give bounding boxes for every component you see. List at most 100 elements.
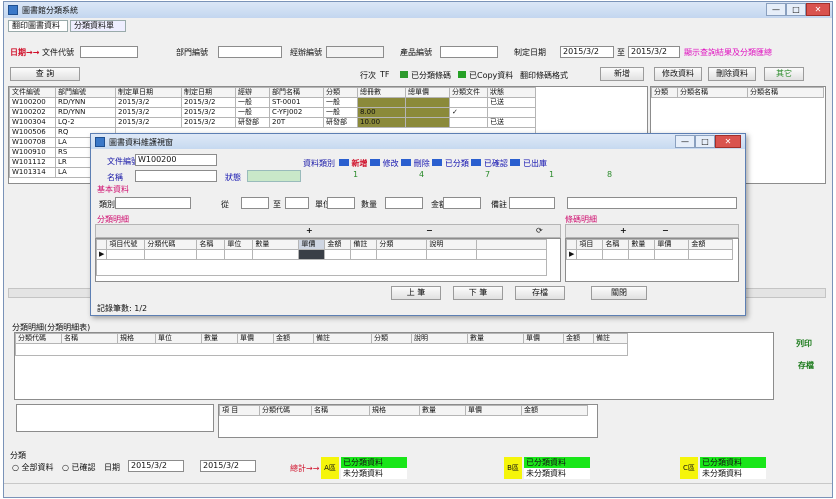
prev-record-button[interactable]: 上 筆 xyxy=(391,286,441,300)
show-summary-link[interactable]: 顯示查詢結果及分類匯總 xyxy=(684,47,772,58)
name-input[interactable] xyxy=(135,170,217,182)
field2-input[interactable] xyxy=(218,46,282,58)
col-header[interactable]: 項目 xyxy=(576,239,604,250)
col-header[interactable]: 狀態 xyxy=(487,87,536,98)
col-header[interactable]: 說明 xyxy=(426,239,478,250)
col-header[interactable]: 總單價 xyxy=(405,87,450,98)
col-header[interactable]: 單價 xyxy=(654,239,690,250)
from-input[interactable] xyxy=(241,197,269,209)
close-dialog-button[interactable]: 關閉 xyxy=(591,286,647,300)
dialog-maximize-button[interactable]: □ xyxy=(695,135,715,148)
col-header[interactable]: 分類名稱 xyxy=(677,87,748,98)
col-header[interactable]: 分類 xyxy=(651,87,678,98)
col-header[interactable]: 數量 xyxy=(467,333,524,344)
print-button[interactable]: 列印 xyxy=(796,338,812,349)
col-header[interactable]: 項 目 xyxy=(219,405,260,416)
save-detail-button[interactable]: 存檔 xyxy=(798,360,814,371)
radio-confirmed[interactable]: ○ 已確認 xyxy=(62,462,96,473)
detail-grid[interactable]: 分類代碼 名稱 規格 單位 數量 單價 金額 備註 分類 說明 數量 單價 金額… xyxy=(14,332,774,400)
close-button[interactable]: ✕ xyxy=(806,3,830,16)
table-row[interactable]: ▶ xyxy=(96,249,548,260)
doc-number-input[interactable]: W100200 xyxy=(135,154,217,166)
col-header[interactable]: 規格 xyxy=(117,333,156,344)
search-button[interactable]: 查 詢 xyxy=(10,67,80,81)
minimize-button[interactable]: — xyxy=(766,3,786,16)
col-header[interactable]: 名稱 xyxy=(196,239,226,250)
note-input[interactable] xyxy=(509,197,555,209)
col-header[interactable]: 名稱 xyxy=(311,405,370,416)
to-input[interactable] xyxy=(285,197,309,209)
table-row[interactable] xyxy=(15,343,628,356)
col-header[interactable]: 數量 xyxy=(419,405,466,416)
col-header[interactable]: 分類 xyxy=(323,87,358,98)
col-header[interactable]: 名稱 xyxy=(602,239,630,250)
remove-row-icon[interactable]: − xyxy=(426,226,433,235)
col-header[interactable]: 名稱 xyxy=(61,333,118,344)
field3-input[interactable] xyxy=(326,46,384,58)
table-row[interactable]: W100304 LQ-2 2015/3/2 2015/3/2 研發部 20T 研… xyxy=(9,117,536,128)
new-button[interactable]: 新增 xyxy=(600,67,644,81)
col-header[interactable]: 分類 xyxy=(376,239,428,250)
date-from-picker[interactable]: 2015/3/2 xyxy=(560,46,614,58)
remark-input[interactable] xyxy=(567,197,737,209)
col-header[interactable]: 分類名稱 xyxy=(747,87,824,98)
col-header[interactable]: 金額 xyxy=(563,333,594,344)
col-header[interactable]: 部門名稱 xyxy=(269,87,324,98)
add-row-icon[interactable]: + xyxy=(306,226,313,235)
col-header[interactable]: 備註 xyxy=(350,239,378,250)
table-row[interactable]: W100202 RD/YNN 2015/3/2 2015/3/2 一般 C-YF… xyxy=(9,107,536,118)
col-header[interactable]: 部門編號 xyxy=(55,87,116,98)
col-header[interactable]: 總冊數 xyxy=(357,87,406,98)
col-header[interactable]: 單價 xyxy=(298,239,326,250)
col-header[interactable]: 分類文件 xyxy=(449,87,488,98)
col-header[interactable]: 制定單日期 xyxy=(115,87,182,98)
table-row[interactable]: ▶ xyxy=(566,249,734,260)
col-header[interactable]: 分類代碼 xyxy=(15,333,62,344)
next-record-button[interactable]: 下 筆 xyxy=(453,286,503,300)
dialog-minimize-button[interactable]: — xyxy=(675,135,695,148)
remove-barcode-icon[interactable]: − xyxy=(662,226,669,235)
col-header[interactable]: 金額 xyxy=(688,239,734,250)
col-header[interactable]: 單位 xyxy=(155,333,202,344)
table-row[interactable]: W100200 RD/YNN 2015/3/2 2015/3/2 一般 ST-0… xyxy=(9,97,536,108)
dialog-detail-grid[interactable]: 項目代號 分類代碼 名稱 單位 數量 單價 金額 備註 分類 說明 ▶ xyxy=(95,238,561,282)
field4-input[interactable] xyxy=(440,46,498,58)
type-select[interactable] xyxy=(115,197,191,209)
maximize-button[interactable]: □ xyxy=(786,3,806,16)
amount-input[interactable] xyxy=(443,197,481,209)
col-header[interactable]: 項目代號 xyxy=(106,239,146,250)
dialog-close-button[interactable]: ✕ xyxy=(715,135,741,148)
col-header[interactable]: 金額 xyxy=(521,405,588,416)
col-header[interactable]: 制定日期 xyxy=(181,87,236,98)
delete-button[interactable]: 刪除資料 xyxy=(708,67,756,81)
refresh-icon[interactable]: ⟳ xyxy=(536,226,543,235)
sub-grid-right[interactable]: 項 目 分類代碼 名稱 規格 數量 單價 金額 xyxy=(218,404,598,438)
col-header[interactable]: 金額 xyxy=(324,239,352,250)
col-header[interactable]: 分類代碼 xyxy=(259,405,312,416)
other-button[interactable]: 其它 xyxy=(764,67,804,81)
barcode-grid[interactable]: 項目 名稱 數量 單價 金額 ▶ xyxy=(565,238,739,282)
tab-main[interactable]: 翻印圖書資料 xyxy=(8,20,68,32)
col-header[interactable]: 規格 xyxy=(369,405,420,416)
col-header[interactable]: 備註 xyxy=(593,333,628,344)
qty-select[interactable] xyxy=(385,197,423,209)
col-header[interactable]: 分類代碼 xyxy=(144,239,198,250)
col-header[interactable]: 單價 xyxy=(523,333,564,344)
modify-button[interactable]: 修改資料 xyxy=(654,67,702,81)
col-header[interactable]: 說明 xyxy=(411,333,468,344)
bottom-date-from[interactable]: 2015/3/2 xyxy=(128,460,184,472)
col-header[interactable]: 單位 xyxy=(224,239,254,250)
bottom-date-to[interactable]: 2015/3/2 xyxy=(200,460,256,472)
date-to-picker[interactable]: 2015/3/2 xyxy=(628,46,680,58)
sub-grid-left[interactable] xyxy=(16,404,214,432)
col-header[interactable]: 分類 xyxy=(371,333,412,344)
col-header[interactable]: 數量 xyxy=(201,333,238,344)
col-header[interactable]: 數量 xyxy=(252,239,300,250)
add-barcode-icon[interactable]: + xyxy=(620,226,627,235)
col-header[interactable]: 單價 xyxy=(237,333,274,344)
save-record-button[interactable]: 存檔 xyxy=(515,286,565,300)
col-header[interactable]: 金額 xyxy=(273,333,314,344)
col-header[interactable]: 數量 xyxy=(628,239,656,250)
col-header[interactable]: 單價 xyxy=(465,405,522,416)
radio-all[interactable]: ○ 全部資料 xyxy=(12,462,54,473)
